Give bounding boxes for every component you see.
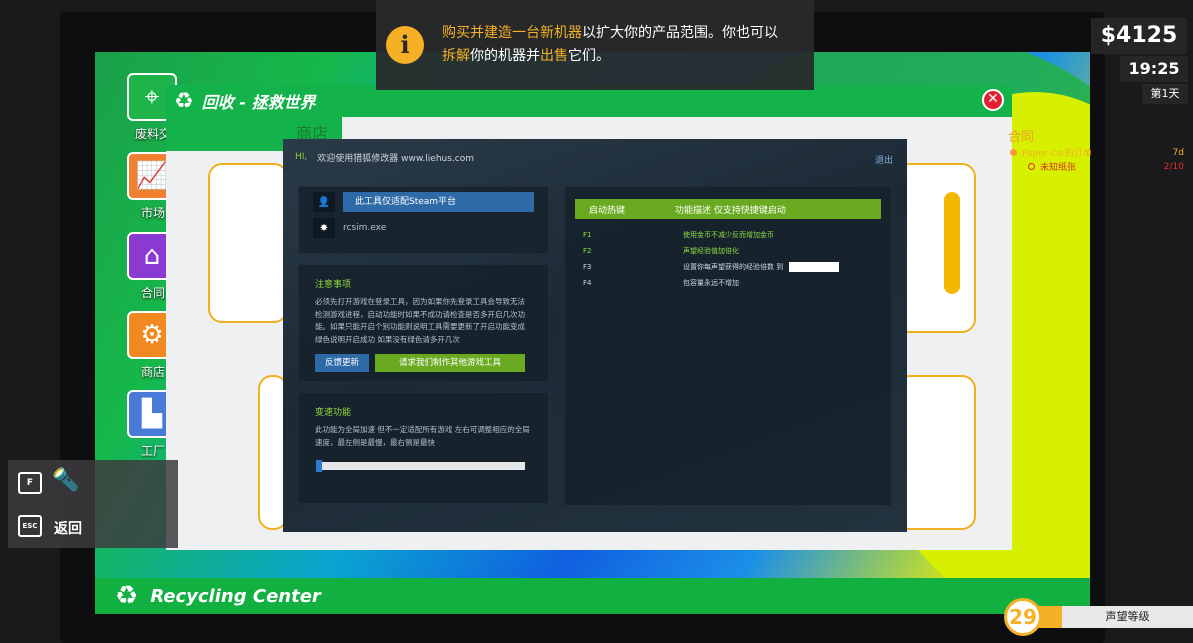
scrollbar[interactable] [944,192,960,294]
trainer-welcome: 欢迎使用猎狐修改器 www.liehus.com [317,153,474,164]
multiplier-input[interactable] [789,262,840,272]
process-name: rcsim.exe [343,223,387,233]
contracts-title: 合同 [1008,130,1035,145]
contract-name: Paper Co.的订单 [1022,149,1092,159]
contract-item[interactable]: Paper Co.的订单 7d [1010,146,1188,159]
contract-subitem-name: 未知纸张 [1040,163,1077,173]
info-icon: i [386,26,424,64]
tooltip-text: 购买并建造一台新机器以扩大你的产品范围。你也可以 拆解你的机器并出售它们。 [442,25,778,64]
speed-text: 此功能为全局加速 但不一定适配所有游戏 左右可调整相应的全局速度，最左侧是最慢，… [315,425,530,447]
hotkey-desc: 包容量永远不增加 [683,279,739,287]
reputation-level: 29 [1004,598,1042,636]
contract-subitem-value: 2/10 [1163,161,1184,172]
platform-panel: 👤 此工具仅适配Steam平台 ✸ rcsim.exe [298,186,549,254]
hotkey-row[interactable]: F3 设置你每声望获得的经验倍数 到 [565,259,891,275]
speed-title: 变速功能 [315,408,352,418]
time-display: 19:25 [1120,56,1188,82]
info-tooltip: i 购买并建造一台新机器以扩大你的产品范围。你也可以 拆解你的机器并出售它们。 [376,0,814,90]
hotkey-table-header: 启动热键 功能描述 仅支持快捷键启动 [575,199,881,219]
hotkey-desc: 使用金币不减少反而增加金币 [683,231,774,239]
hotkey-row[interactable]: F4 包容量永远不增加 [565,275,891,291]
hotkey-key: F3 [583,263,592,271]
close-button[interactable]: ✕ [982,89,1004,111]
exit-button[interactable]: 退出 [875,153,893,166]
notice-text: 必须先打开游戏在登录工具，因为如果你先登录工具会导致无法检测游戏进程，启动功能时… [315,297,525,344]
recycle-icon: ♻ [174,88,194,114]
hotkey-panel: 启动热键 功能描述 仅支持快捷键启动 F1 使用金币不减少反而增加金币 F2 声… [564,186,892,506]
recycle-icon: ♻ [115,581,139,611]
hotkey-key: F2 [583,247,592,255]
key-hints: F 🔦 ESC 返回 [8,460,178,548]
back-button[interactable]: 返回 [54,518,82,538]
contract-subitem: 未知纸张 2/10 [1010,160,1188,173]
gear-icon: ✸ [313,218,335,238]
hotkey-key: F1 [583,231,592,239]
speed-panel: 变速功能 此功能为全局加速 但不一定适配所有游戏 左右可调整相应的全局速度，最左… [298,392,549,504]
contract-value: 7d [1172,147,1184,158]
shop-card[interactable] [896,163,976,333]
contract-dot-icon [1010,149,1017,156]
hotkey-column-header: 启动热键 [589,205,626,216]
slider-thumb[interactable] [316,460,322,472]
day-display: 第1天 [1142,84,1188,104]
key-esc: ESC [18,515,42,537]
taskbar: ♻ Recycling Center [95,578,1090,614]
taskbar-title: Recycling Center [150,585,321,607]
reputation-bar: 声望等级 [1036,606,1193,628]
platform-label: 此工具仅适配Steam平台 [343,192,534,212]
notice-panel: 注意事项 必须先打开游戏在登录工具，因为如果你先登录工具会导致无法检测游戏进程，… [298,264,549,382]
description-column-header: 功能描述 仅支持快捷键启动 [675,205,786,216]
contract-dot-icon [1028,163,1035,170]
trainer-header: HI, 欢迎使用猎狐修改器 www.liehus.com 退出 [283,139,907,175]
key-f: F [18,472,42,494]
reputation-label: 声望等级 [1062,606,1193,628]
trainer-hi: HI, [295,152,308,162]
hotkey-row[interactable]: F1 使用金币不减少反而增加金币 [565,227,891,243]
trainer-overlay: HI, 欢迎使用猎狐修改器 www.liehus.com 退出 👤 此工具仅适配… [283,139,907,532]
feedback-button[interactable]: 反馈更新 [315,354,370,372]
hotkey-key: F4 [583,279,592,287]
shop-card[interactable] [208,163,288,323]
request-tool-button[interactable]: 请求我们制作其他游戏工具 [375,354,526,372]
window-title: 回收 - 拯救世界 [201,93,316,112]
shop-card[interactable] [896,375,976,530]
notice-title: 注意事项 [315,280,352,290]
money-display: $4125 [1091,18,1187,54]
hotkey-desc: 设置你每声望获得的经验倍数 到 [683,263,784,271]
speed-slider[interactable] [316,460,525,472]
flashlight-icon[interactable]: 🔦 [52,468,79,493]
user-icon: 👤 [313,192,335,212]
hotkey-desc: 声望经验值加倍化 [683,247,739,255]
hotkey-row[interactable]: F2 声望经验值加倍化 [565,243,891,259]
